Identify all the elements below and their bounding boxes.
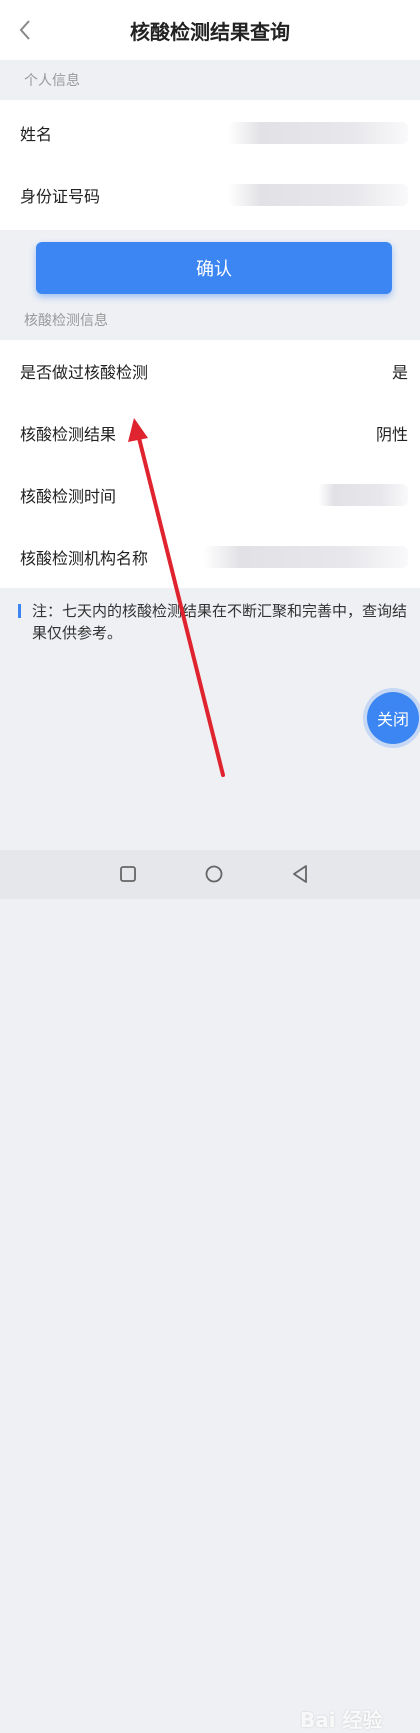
- triangle-back-icon: [293, 865, 307, 883]
- chevron-left-icon: [19, 20, 30, 40]
- row-label: 是否做过核酸检测: [20, 363, 149, 382]
- section-label-personal: 个人信息: [24, 73, 80, 89]
- row-label: 核酸检测结果: [20, 425, 117, 444]
- system-navbar: Bai 经验: [0, 850, 420, 1732]
- row-label: 核酸检测时间: [20, 487, 117, 506]
- back-nav-button[interactable]: [287, 861, 313, 887]
- row-label: 身份证号码: [20, 187, 101, 206]
- row-value: 是: [391, 363, 408, 382]
- confirm-button[interactable]: 确认: [36, 242, 392, 294]
- close-button[interactable]: 关闭: [367, 692, 419, 744]
- row-id-number: 身份证号码: [0, 164, 420, 226]
- row-label: 姓名: [20, 125, 53, 144]
- note: 注：七天内的核酸检测结果在不断汇聚和完善中，查询结果仅供参考。: [18, 600, 410, 644]
- row-name: 姓名: [0, 102, 420, 164]
- home-button[interactable]: [201, 861, 227, 887]
- header-bar: 核酸检测结果查询: [0, 0, 420, 60]
- personal-info-group: 姓名 身份证号码: [0, 100, 420, 230]
- redacted-value: [203, 546, 408, 568]
- row-result: 核酸检测结果 阴性: [0, 402, 420, 464]
- redacted-value: [228, 122, 408, 144]
- square-icon: [120, 866, 136, 882]
- circle-icon: [205, 865, 223, 883]
- back-button[interactable]: [14, 16, 36, 44]
- redacted-value: [228, 184, 408, 206]
- note-text: 注：七天内的核酸检测结果在不断汇聚和完善中，查询结果仅供参考。: [32, 602, 408, 642]
- redacted-value: [318, 484, 408, 506]
- row-value: 阴性: [375, 425, 408, 444]
- row-tested: 是否做过核酸检测 是: [0, 340, 420, 402]
- watermark: Bai 经验: [300, 1708, 383, 1732]
- row-test-time: 核酸检测时间: [0, 464, 420, 526]
- row-label: 核酸检测机构名称: [20, 549, 149, 568]
- section-label-test: 核酸检测信息: [24, 313, 108, 329]
- page-title: 核酸检测结果查询: [130, 19, 290, 44]
- recent-apps-button[interactable]: [115, 861, 141, 887]
- row-institution: 核酸检测机构名称: [0, 526, 420, 588]
- test-info-group: 是否做过核酸检测 是 核酸检测结果 阴性 核酸检测时间 核酸检测机构名称: [0, 340, 420, 588]
- note-accent-bar: [18, 604, 21, 618]
